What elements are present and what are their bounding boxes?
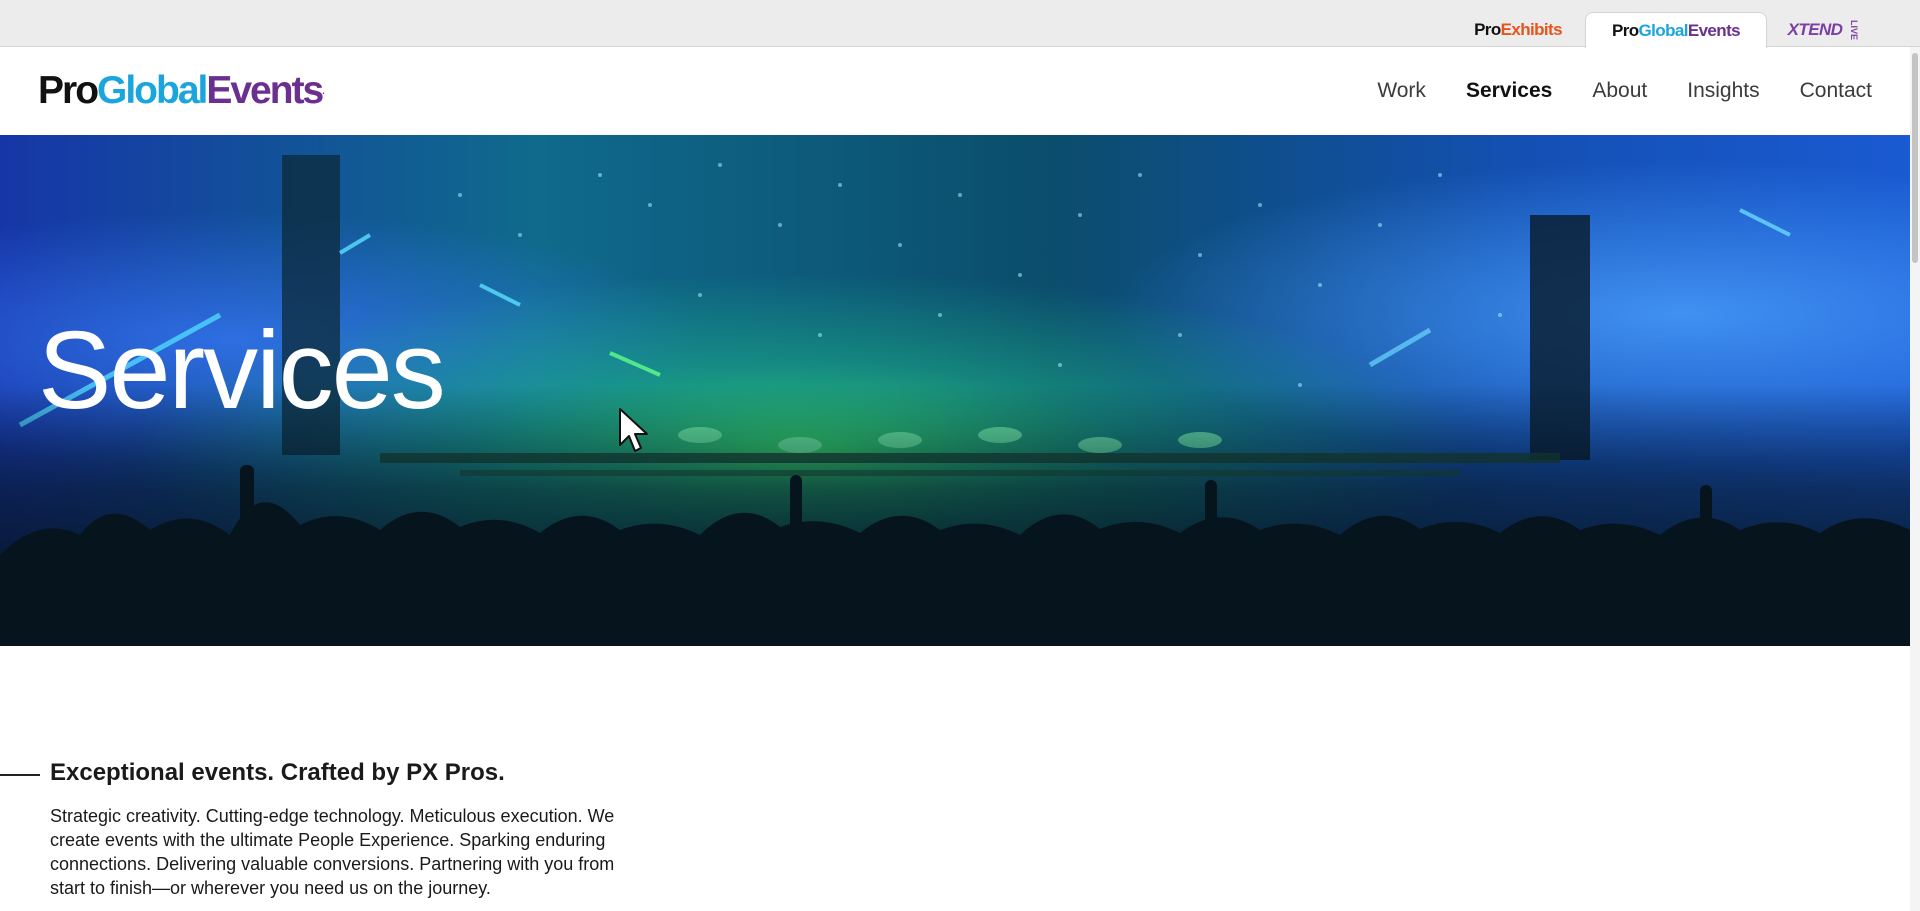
hero-banner: Services (0, 135, 1910, 646)
nav-insights[interactable]: Insights (1687, 75, 1759, 107)
tab-xtend-live: LIVE (1849, 19, 1860, 41)
main-nav: Work Services About Insights Contact (1377, 75, 1872, 107)
nav-about[interactable]: About (1592, 75, 1647, 107)
scrollbar-thumb[interactable] (1912, 53, 1918, 263)
logo-global: Global (97, 69, 208, 112)
tab-proexhibits-pro: Pro (1474, 20, 1501, 39)
intro-heading: Exceptional events. Crafted by PX Pros. (50, 759, 505, 786)
tab-xtend-x: X (1787, 20, 1799, 39)
site-logo[interactable]: ProGlobalEvents. (38, 67, 325, 115)
tab-proexhibits[interactable]: Pro Exhibits (1462, 12, 1574, 48)
tab-proglobal-events: Events (1687, 20, 1741, 40)
tab-xtend-tend: TEND (1798, 20, 1843, 39)
tab-proglobal-global: Global (1638, 20, 1689, 40)
hero-title: Services (38, 309, 446, 432)
page-scrollbar[interactable] (1910, 47, 1920, 911)
tab-proexhibits-exhibits: Exhibits (1500, 20, 1563, 39)
tab-proglobalevents[interactable]: Pro Global Events (1585, 12, 1767, 48)
intro-divider (0, 774, 40, 776)
tab-proglobal-pro: Pro (1612, 20, 1639, 40)
intro-body: Strategic creativity. Cutting-edge techn… (50, 806, 615, 898)
brand-tab-strip: Pro Exhibits Pro Global Events X TEND LIVE (0, 0, 1920, 48)
nav-services[interactable]: Services (1466, 75, 1552, 107)
logo-trademark-dot: . (322, 86, 325, 96)
site-header: ProGlobalEvents. Work Services About Ins… (0, 47, 1910, 135)
logo-pro: Pro (38, 69, 99, 112)
logo-events: Events (206, 69, 324, 112)
tab-xtendlive[interactable]: X TEND LIVE (1776, 12, 1876, 48)
mouse-cursor-icon (619, 408, 648, 452)
nav-work[interactable]: Work (1377, 75, 1426, 107)
nav-contact[interactable]: Contact (1800, 75, 1872, 107)
